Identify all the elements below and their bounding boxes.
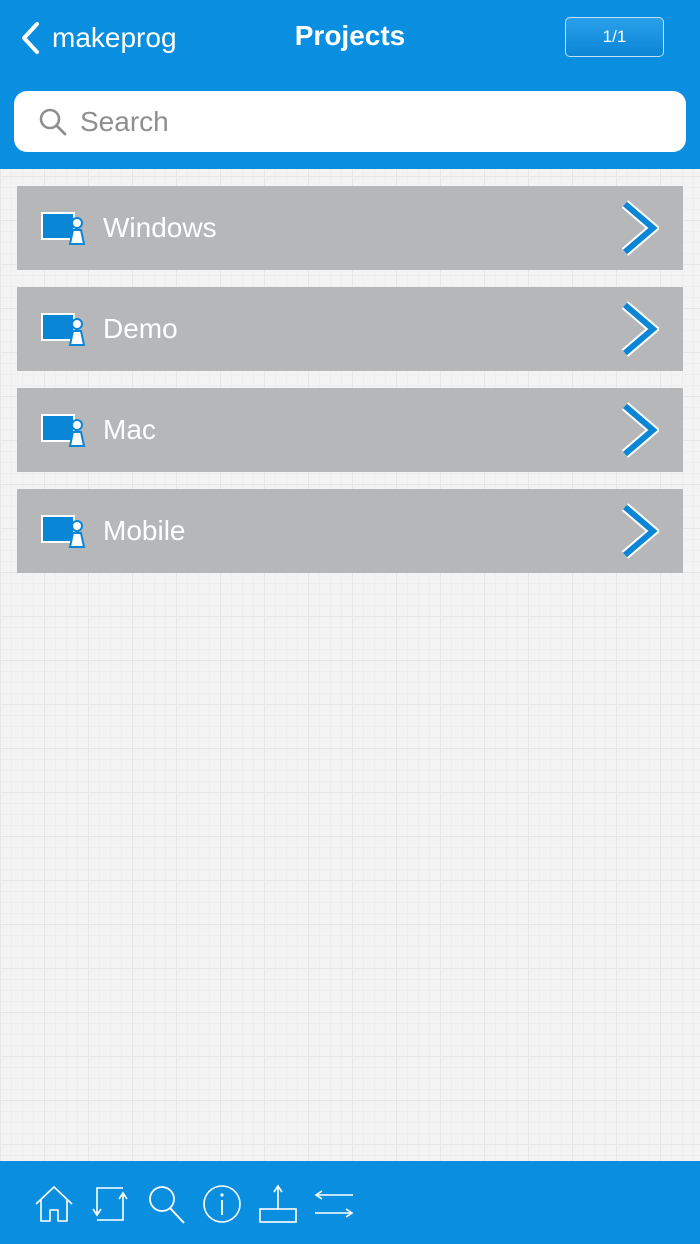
chevron-right-icon <box>621 301 659 357</box>
search-icon <box>39 108 67 135</box>
search-button[interactable] <box>145 1183 187 1225</box>
home-icon <box>35 1186 73 1222</box>
project-row-mac[interactable]: Mac <box>17 388 683 472</box>
back-button-label: makeprog <box>52 22 177 53</box>
info-icon <box>203 1185 241 1223</box>
project-list: Windows Demo Mac Mobile <box>17 186 683 590</box>
transfer-button[interactable] <box>313 1183 355 1225</box>
project-icon <box>41 313 86 346</box>
project-label: Windows <box>103 212 217 243</box>
bottom-toolbar <box>0 1161 700 1244</box>
chevron-left-icon <box>22 22 39 54</box>
project-icon <box>41 212 86 245</box>
page-indicator-button[interactable]: 1/1 <box>565 17 664 57</box>
project-icon <box>41 515 86 548</box>
chevron-right-icon <box>621 200 659 256</box>
project-row-windows[interactable]: Windows <box>17 186 683 270</box>
project-label: Demo <box>103 313 178 344</box>
project-row-demo[interactable]: Demo <box>17 287 683 371</box>
search-box[interactable] <box>14 91 686 152</box>
search-icon <box>149 1186 185 1224</box>
navigation-bar: makeprog Projects 1/1 <box>0 0 700 76</box>
search-bar <box>0 76 700 169</box>
sync-icon <box>92 1187 128 1221</box>
chevron-right-icon <box>621 402 659 458</box>
export-icon <box>259 1184 297 1223</box>
project-icon <box>41 414 86 447</box>
search-input[interactable] <box>78 104 662 139</box>
transfer-icon <box>314 1190 354 1218</box>
back-button[interactable]: makeprog <box>18 18 177 58</box>
project-row-mobile[interactable]: Mobile <box>17 489 683 573</box>
info-button[interactable] <box>201 1183 243 1225</box>
sync-button[interactable] <box>89 1183 131 1225</box>
chevron-right-icon <box>621 503 659 559</box>
export-button[interactable] <box>257 1183 299 1225</box>
project-label: Mac <box>103 414 156 445</box>
home-button[interactable] <box>33 1183 75 1225</box>
project-label: Mobile <box>103 515 186 546</box>
